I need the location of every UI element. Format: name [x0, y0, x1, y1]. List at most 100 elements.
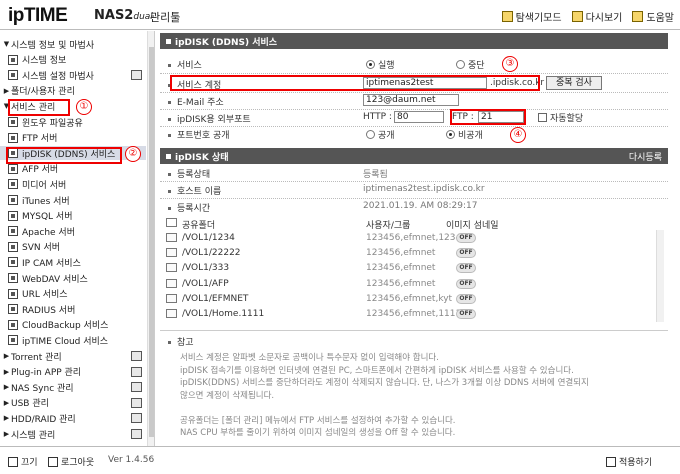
- menu-icon: [131, 429, 142, 439]
- table-row[interactable]: /VOL1/AFP 123456,efmnet OFF: [160, 278, 656, 291]
- notes-box: 참고 서비스 계정은 알파벳 소문자로 공백이나 특수문자 없이 입력해야 합니…: [160, 330, 668, 440]
- menu-icon: [131, 70, 142, 81]
- email-row-label: E-Mail 주소: [168, 95, 224, 108]
- bullet-icon: [168, 173, 171, 176]
- sidebar-scroll-thumb[interactable]: [149, 47, 154, 437]
- service-stop-radio[interactable]: 중단: [456, 58, 485, 71]
- annotation-box-ipdisk: [6, 147, 122, 164]
- reregister-button[interactable]: 다시등록: [629, 150, 662, 163]
- note-line: 서비스 계정은 알파벳 소문자로 공백이나 특수문자 없이 입력해야 합니다.: [180, 353, 439, 363]
- sidebar-item[interactable]: MYSQL 서버: [0, 209, 146, 223]
- sidebar-item[interactable]: Apache 서버: [0, 224, 146, 238]
- expand-right-icon: ▶: [3, 398, 10, 407]
- sidebar-item[interactable]: ipTIME Cloud 서비스: [0, 333, 146, 347]
- sidebar-scrollbar[interactable]: [147, 31, 154, 446]
- wizard-icon: [8, 70, 18, 81]
- explorer-mode-button[interactable]: 탐색기모드: [501, 9, 562, 24]
- help-button[interactable]: 도움말: [632, 9, 674, 24]
- apply-button[interactable]: 적용하기: [606, 455, 652, 468]
- thumbnail-toggle[interactable]: OFF: [456, 309, 476, 319]
- ext-port-label: ipDISK용 외부포트: [177, 115, 251, 125]
- thumbnail-toggle[interactable]: OFF: [456, 263, 476, 274]
- sidebar-item[interactable]: ▶ Plug-in APP 관리: [0, 365, 146, 379]
- port-public-label: 포트번호 공개: [177, 131, 230, 141]
- sidebar-item[interactable]: ▼ 시스템 정보 및 마법사: [0, 37, 146, 51]
- reload-button[interactable]: 다시보기: [571, 9, 622, 24]
- sidebar-item[interactable]: FTP 서버: [0, 131, 146, 145]
- menu-icon: [131, 397, 142, 408]
- hostname-value: iptimenas2test.ipdisk.co.kr: [363, 184, 485, 194]
- sidebar-item[interactable]: RADIUS 서버: [0, 302, 146, 316]
- sidebar-item[interactable]: ▶ 시스템 관리: [0, 427, 146, 441]
- sidebar-item-label: USB 관리: [11, 399, 49, 410]
- http-label: HTTP :: [363, 112, 392, 122]
- email-input[interactable]: 123@daum.net: [363, 94, 459, 106]
- folder-icon: [166, 263, 177, 273]
- auto-assign-checkbox[interactable]: 자동할당: [538, 111, 583, 124]
- annotation-box-ftp: [450, 109, 526, 125]
- ipcam-icon: [8, 257, 18, 268]
- divider: [160, 73, 668, 74]
- duplicate-check-button[interactable]: 중복 검사: [546, 76, 602, 90]
- bullet-icon: [168, 134, 171, 137]
- bullet-icon: [168, 207, 171, 210]
- folder-icon: [166, 278, 177, 288]
- bullet-icon: [168, 341, 171, 344]
- sidebar-item[interactable]: 미디어 서버: [0, 177, 146, 191]
- sidebar-item[interactable]: 시스템 설정 마법사: [0, 68, 146, 82]
- sidebar-item[interactable]: ▶ HDD/RAID 관리: [0, 411, 146, 425]
- sidebar-item[interactable]: ▶ USB 관리: [0, 396, 146, 410]
- table-row[interactable]: /VOL1/1234 123456,efmnet,1234 OFF: [160, 232, 656, 245]
- share-users: 123456,efmnet: [366, 278, 436, 289]
- radius-icon: [8, 304, 18, 315]
- table-row[interactable]: /VOL1/EFMNET 123456,efmnet,kyt OFF: [160, 293, 656, 306]
- webdav-icon: [8, 273, 18, 283]
- exit-button[interactable]: 끄기: [8, 455, 38, 468]
- service-run-radio[interactable]: 실행: [366, 58, 395, 71]
- sidebar-item[interactable]: ▶ 폴더/사용자 관리: [0, 84, 146, 98]
- exit-label: 끄기: [21, 458, 38, 468]
- main-panel: ipDISK (DDNS) 서비스 서비스 실행 중단 서비스 계정 iptim…: [160, 31, 680, 446]
- http-port-input[interactable]: 80: [394, 111, 444, 123]
- sidebar-item[interactable]: 시스템 정보: [0, 53, 146, 67]
- sidebar-item[interactable]: IP CAM 서비스: [0, 255, 146, 269]
- explorer-icon: [501, 11, 513, 22]
- service-label: 서비스: [177, 61, 202, 71]
- sidebar-item-label: Plug-in APP 관리: [11, 368, 82, 379]
- port-public-radio[interactable]: 공개: [366, 128, 395, 141]
- version-label: Ver 1.4.56: [108, 455, 155, 465]
- save-icon: [606, 456, 616, 467]
- sidebar-item[interactable]: SVN 서버: [0, 240, 146, 254]
- table-row[interactable]: /VOL1/Home.1111 123456,efmnet,1111 OFF: [160, 308, 656, 321]
- stop-label: 중단: [468, 61, 485, 71]
- thumbnail-toggle[interactable]: OFF: [456, 278, 476, 289]
- logout-button[interactable]: 로그아웃: [48, 455, 94, 468]
- sidebar-item[interactable]: iTunes 서버: [0, 193, 146, 207]
- sidebar-item[interactable]: URL 서비스: [0, 287, 146, 301]
- divider: [160, 198, 668, 199]
- thumbnail-toggle[interactable]: OFF: [456, 233, 476, 243]
- port-private-radio[interactable]: 비공개: [446, 128, 483, 141]
- shares-scrollbar[interactable]: [656, 230, 664, 322]
- sidebar-item[interactable]: CloudBackup 서비스: [0, 318, 146, 332]
- sidebar-item-label: AFP 서버: [22, 165, 59, 176]
- status-label: 등록상태: [177, 170, 211, 180]
- sidebar-item[interactable]: ▶ NAS Sync 관리: [0, 380, 146, 394]
- sidebar-item[interactable]: WebDAV 서비스: [0, 271, 146, 285]
- share-path: /VOL1/EFMNET: [182, 293, 249, 304]
- sidebar-item-label: IP CAM 서비스: [22, 258, 81, 269]
- thumbnail-toggle[interactable]: OFF: [456, 293, 476, 304]
- sidebar-item-label: 시스템 정보: [22, 56, 67, 67]
- sidebar-item-label: URL 서비스: [22, 290, 68, 301]
- share-users: 123456,efmnet,1234: [366, 233, 462, 243]
- sidebar-item-label: 미디어 서버: [22, 180, 67, 191]
- mysql-icon: [8, 210, 18, 221]
- table-row[interactable]: /VOL1/333 123456,efmnet OFF: [160, 262, 656, 275]
- table-row[interactable]: /VOL1/22222 123456,efmnet OFF: [160, 247, 656, 260]
- thumbnail-toggle[interactable]: OFF: [456, 248, 476, 259]
- folder-icon: [166, 309, 177, 318]
- sidebar-item[interactable]: 윈도우 파일공유: [0, 115, 146, 129]
- apply-label: 적용하기: [619, 458, 653, 468]
- note-line: ipDISK 접속기를 이용하면 인터넷에 연결된 PC, 스마트폰에서 간편하…: [180, 365, 574, 376]
- sidebar-item[interactable]: ▶ Torrent 관리: [0, 349, 146, 363]
